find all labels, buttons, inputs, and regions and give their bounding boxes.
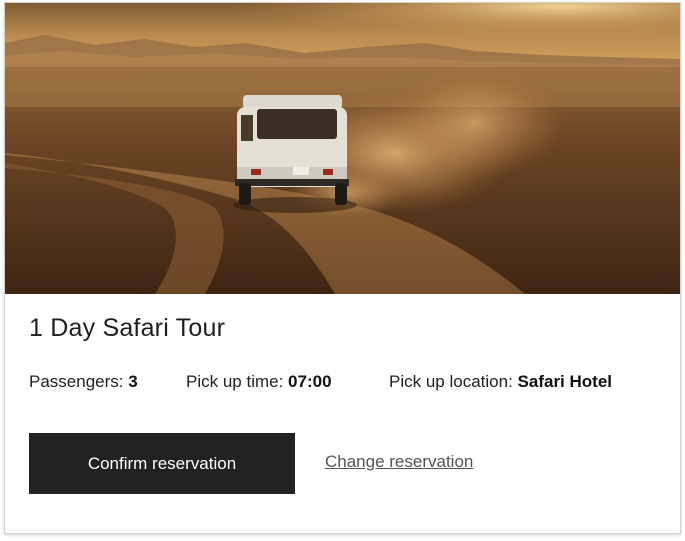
tour-title: 1 Day Safari Tour: [29, 314, 226, 342]
passengers-detail: Passengers: 3: [29, 372, 138, 392]
pickup-time-detail: Pick up time: 07:00: [186, 372, 332, 392]
change-reservation-link[interactable]: Change reservation: [325, 452, 473, 472]
passengers-value: 3: [128, 372, 138, 391]
confirm-reservation-button[interactable]: Confirm reservation: [29, 433, 295, 494]
pickup-time-label: Pick up time:: [186, 372, 284, 391]
pickup-location-value: Safari Hotel: [517, 372, 613, 391]
tour-card: 1 Day Safari Tour Passengers: 3 Pick up …: [4, 2, 681, 534]
safari-photo: [5, 3, 680, 294]
passengers-label: Passengers:: [29, 372, 124, 391]
pickup-location-label: Pick up location:: [389, 372, 513, 391]
pickup-time-value: 07:00: [288, 372, 332, 391]
pickup-location-detail: Pick up location: Safari Hotel: [389, 372, 612, 392]
